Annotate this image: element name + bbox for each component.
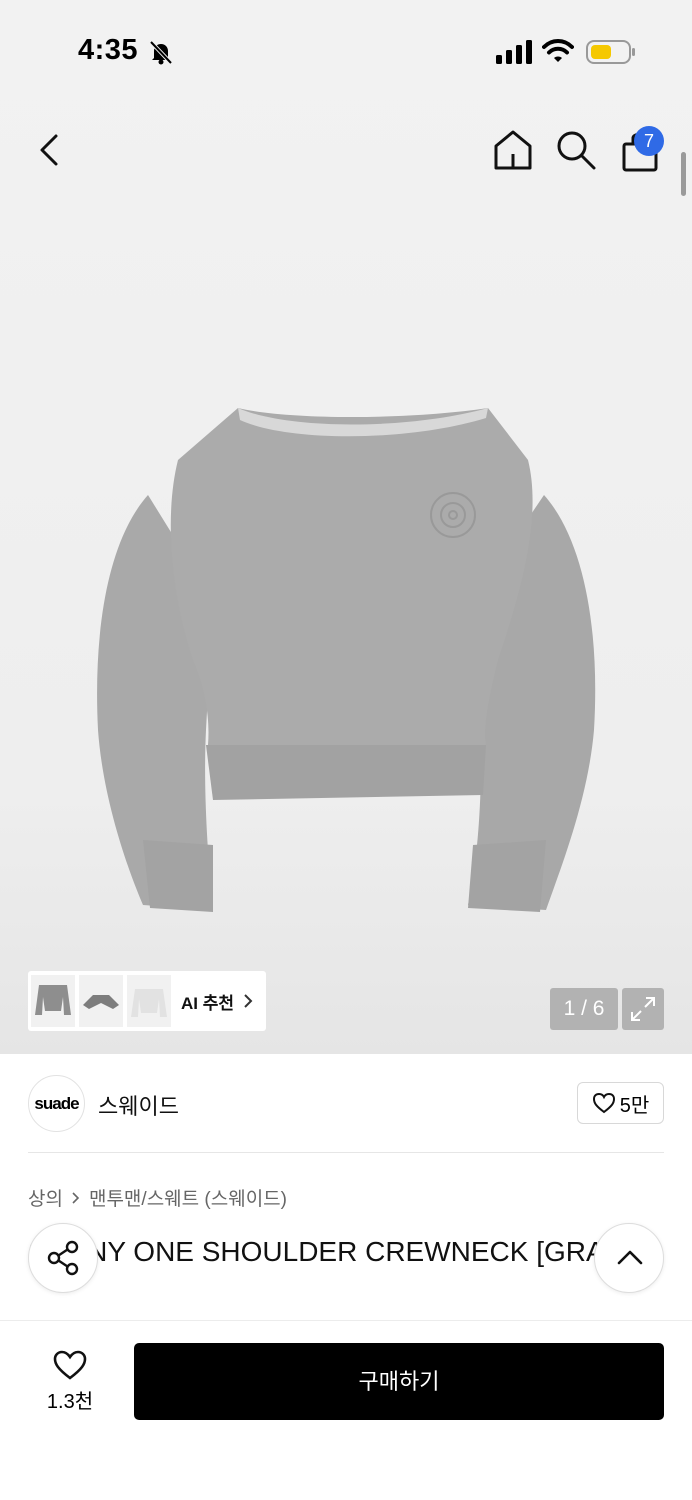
share-icon (47, 1240, 79, 1276)
breadcrumb-subcategory[interactable]: 맨투맨/스웨트 (스웨이드) (89, 1184, 287, 1211)
image-page-counter: 1 / 6 (550, 988, 618, 1030)
product-photo[interactable] (88, 400, 604, 920)
scrollbar[interactable] (681, 152, 686, 196)
breadcrumb-category[interactable]: 상의 (28, 1184, 63, 1211)
status-bar: 4:35 (0, 0, 692, 100)
brand-logo[interactable]: suade (28, 1075, 85, 1132)
chevron-right-icon (244, 994, 253, 1008)
back-icon[interactable] (30, 128, 70, 172)
buy-button[interactable]: 구매하기 (134, 1343, 664, 1420)
expand-button[interactable] (622, 988, 664, 1030)
status-time: 4:35 (78, 34, 139, 66)
battery-icon (586, 40, 635, 64)
bell-off-icon (149, 40, 173, 65)
wishlist-count: 1.3천 (46, 1391, 94, 1413)
heart-icon (53, 1350, 87, 1380)
heart-icon (592, 1092, 615, 1114)
ai-recommend-label: AI 추천 (181, 993, 235, 1013)
recommend-thumbnail[interactable] (79, 975, 123, 1027)
chevron-right-icon (72, 1191, 80, 1204)
ai-recommend-strip[interactable]: AI 추천 (28, 971, 266, 1031)
scroll-top-button[interactable] (594, 1223, 664, 1293)
top-nav (0, 120, 692, 180)
breadcrumb: 상의 맨투맨/스웨트 (스웨이드) (28, 1184, 287, 1211)
home-icon[interactable] (491, 128, 535, 172)
chevron-up-icon (617, 1250, 643, 1265)
signal-icon (496, 40, 532, 64)
wifi-icon (542, 39, 574, 62)
cart-count-badge: 7 (634, 126, 664, 156)
share-button[interactable] (28, 1223, 98, 1293)
divider (28, 1152, 664, 1153)
bottom-action-bar: 1.3천 구매하기 (0, 1320, 692, 1500)
recommend-thumbnail[interactable] (31, 975, 75, 1027)
brand-like-count: 5만 (619, 1094, 650, 1117)
search-icon[interactable] (554, 128, 598, 172)
recommend-thumbnail[interactable] (127, 975, 171, 1027)
brand-name[interactable]: 스웨이드 (98, 1089, 179, 1121)
product-title: SUNNY ONE SHOULDER CREWNECK [GRAY] (28, 1236, 630, 1267)
wishlist-button[interactable]: 1.3천 (28, 1345, 112, 1415)
brand-like-button[interactable]: 5만 (577, 1082, 664, 1124)
expand-icon (631, 997, 655, 1021)
